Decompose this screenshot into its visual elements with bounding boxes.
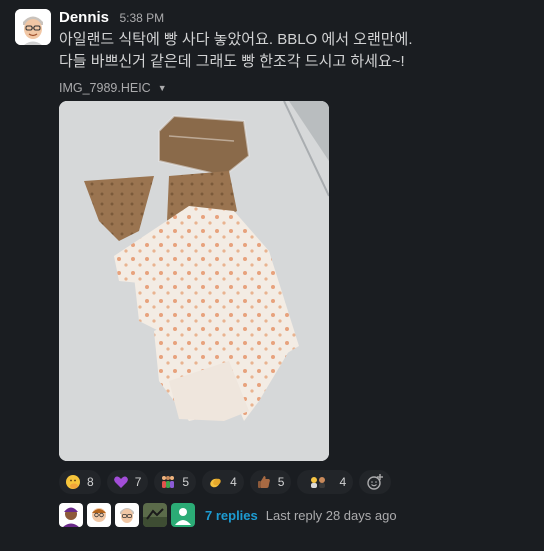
message-text: 아일랜드 식탁에 빵 사다 놓았어요. BBLO 에서 오랜만에. 다들 바쁘신… (59, 29, 534, 73)
thread-summary[interactable]: 7 replies Last reply 28 days ago (59, 503, 397, 527)
reaction-count: 5 (182, 475, 190, 489)
thread-last-reply: Last reply 28 days ago (265, 507, 397, 523)
reaction-count: 7 (134, 475, 142, 489)
reply-avatar (115, 503, 139, 527)
face-with-hand-icon (66, 475, 80, 489)
message-content: Dennis 5:38 PM 아일랜드 식탁에 빵 사다 놓았어요. BBLO … (59, 8, 534, 527)
bowing-people-icon (311, 477, 326, 488)
people-group-icon (162, 476, 175, 488)
reaction-people-group[interactable]: 5 (154, 470, 197, 494)
thumbs-up-icon (257, 476, 270, 488)
add-reaction-button[interactable] (359, 470, 392, 494)
reaction-purple-heart[interactable]: 7 (106, 470, 149, 494)
reaction-thumbs-up[interactable]: 5 (249, 470, 292, 494)
attachment-filename[interactable]: IMG_7989.HEIC (59, 79, 151, 97)
purple-heart-icon (113, 476, 128, 488)
reaction-count: 8 (87, 475, 94, 489)
message-header: Dennis 5:38 PM (59, 8, 534, 28)
message-timestamp[interactable]: 5:38 PM (119, 11, 164, 25)
reaction-count: 4 (339, 475, 347, 489)
attachment-header: IMG_7989.HEIC ▼ (59, 79, 534, 97)
thread-replies-link[interactable]: 7 replies (205, 508, 258, 523)
message: Dennis 5:38 PM 아일랜드 식탁에 빵 사다 놓았어요. BBLO … (0, 0, 544, 551)
reaction-bowing-people[interactable]: 4 (297, 470, 354, 494)
chevron-down-icon[interactable]: ▼ (158, 79, 167, 97)
reactions-bar: 8 7 5 4 5 4 (59, 470, 392, 494)
attachment-image[interactable] (59, 101, 329, 461)
message-text-line-2: 다들 바쁘신거 같은데 그래도 빵 한조각 드시고 하세요~! (59, 53, 405, 70)
clapping-hands-icon (210, 478, 221, 488)
reaction-count: 5 (277, 475, 285, 489)
reaction-count: 4 (230, 475, 237, 489)
reply-avatar (171, 503, 195, 527)
author-avatar[interactable] (15, 9, 51, 45)
reaction-face-with-hand[interactable]: 8 (59, 470, 101, 494)
reaction-clapping-hands[interactable]: 4 (202, 470, 244, 494)
reply-avatar (59, 503, 83, 527)
reply-avatar (87, 503, 111, 527)
bread-photo-illustration (59, 101, 329, 461)
reply-avatar (143, 503, 167, 527)
message-text-line-1: 아일랜드 식탁에 빵 사다 놓았어요. BBLO 에서 오랜만에. (59, 31, 413, 48)
add-emoji-icon (367, 474, 384, 490)
author-name[interactable]: Dennis (59, 9, 109, 26)
